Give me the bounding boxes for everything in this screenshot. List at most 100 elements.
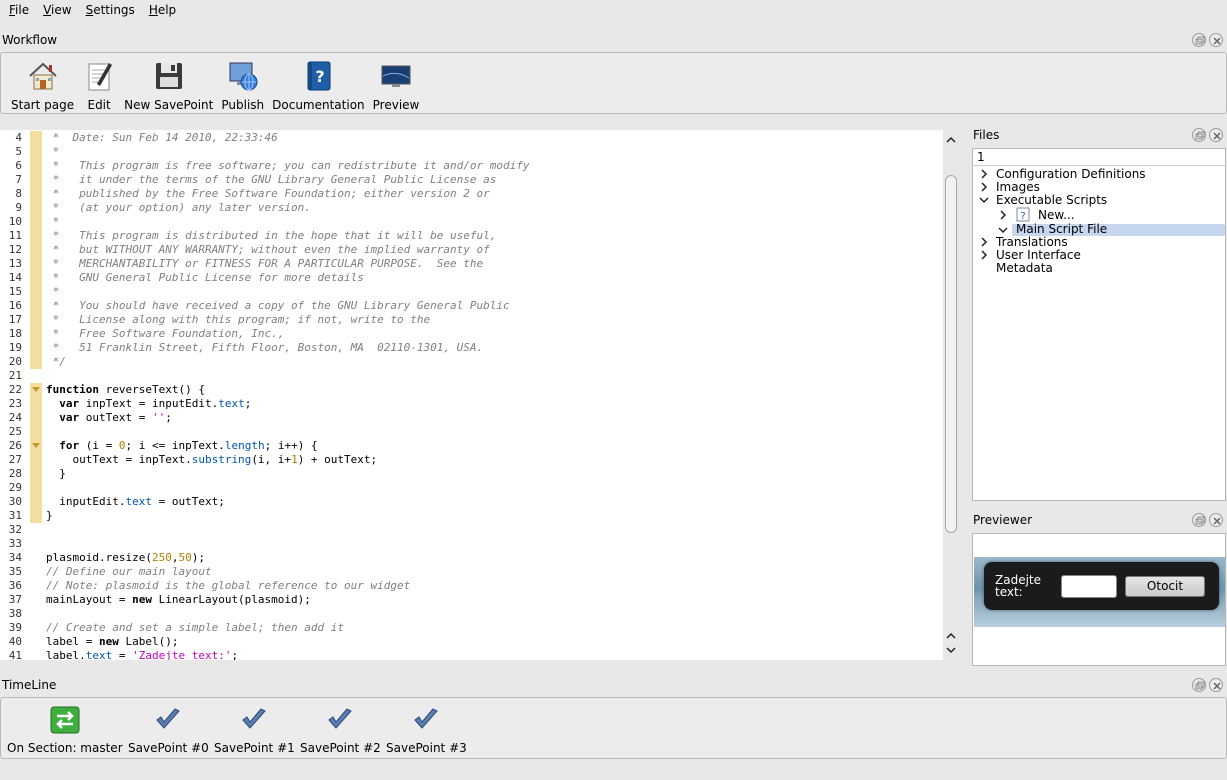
new-savepoint-button[interactable]: New SavePoint (120, 59, 217, 112)
close-icon (1213, 132, 1221, 140)
files-dock-buttons (1192, 128, 1223, 142)
close-dock-button[interactable] (1209, 33, 1223, 47)
code-line[interactable]: 24 var outText = ''; (0, 411, 943, 425)
chevron-right-icon[interactable] (979, 250, 989, 260)
code-line[interactable]: 12 * but WITHOUT ANY WARRANTY; without e… (0, 243, 943, 257)
fold-toggle-icon[interactable] (30, 383, 42, 397)
code-line[interactable]: 8 * published by the Free Software Found… (0, 187, 943, 201)
code-line[interactable]: 28 } (0, 467, 943, 481)
code-line[interactable]: 10 * (0, 215, 943, 229)
menu-view[interactable]: View (36, 3, 78, 17)
chevron-down-icon[interactable] (979, 195, 989, 205)
code-line[interactable]: 21 (0, 369, 943, 383)
preview-button[interactable]: Preview (369, 59, 424, 112)
code-line[interactable]: 16 * You should have received a copy of … (0, 299, 943, 313)
code-line[interactable]: 5 * (0, 145, 943, 159)
code-line[interactable]: 6 * This program is free software; you c… (0, 159, 943, 173)
chevron-right-icon[interactable] (998, 210, 1008, 220)
code-line[interactable]: 32 (0, 523, 943, 537)
plasmoid-text-input[interactable] (1061, 575, 1117, 598)
menu-settings[interactable]: Settings (79, 3, 142, 17)
code-line[interactable]: 11 * This program is distributed in the … (0, 229, 943, 243)
code-line[interactable]: 36 // Note: plasmoid is the global refere… (0, 579, 943, 593)
code-token: * (46, 145, 60, 158)
float-dock-button[interactable] (1192, 678, 1206, 692)
code-line[interactable]: 40 label = new Label(); (0, 635, 943, 649)
fold-gutter (30, 145, 42, 159)
plasmoid-reverse-button[interactable]: Otocit (1125, 576, 1205, 597)
menu-help[interactable]: Help (142, 3, 183, 17)
code-line[interactable]: 38 (0, 607, 943, 621)
code-line[interactable]: 33 (0, 537, 943, 551)
code-line[interactable]: 15 * (0, 285, 943, 299)
editor-scrollbar[interactable] (943, 130, 959, 660)
timeline-savepoint-2[interactable]: SavePoint #2 (300, 705, 381, 755)
fold-toggle-icon[interactable] (30, 439, 42, 453)
timeline-savepoint-1[interactable]: SavePoint #1 (214, 705, 295, 755)
timeline-savepoint-3[interactable]: SavePoint #3 (386, 705, 467, 755)
fold-gutter (30, 271, 42, 285)
timeline-item-label: SavePoint #2 (300, 741, 381, 755)
code-token: * License along with this program; if no… (46, 313, 431, 326)
close-dock-button[interactable] (1209, 128, 1223, 142)
tree-item-new[interactable]: New... (1038, 209, 1075, 222)
code-line[interactable]: 25 (0, 425, 943, 439)
float-icon (1195, 36, 1205, 45)
chevron-right-icon[interactable] (979, 182, 989, 192)
chevron-right-icon[interactable] (979, 169, 989, 179)
code-line[interactable]: 20 */ (0, 355, 943, 369)
code-line[interactable]: 14 * GNU General Public License for more… (0, 271, 943, 285)
code-line[interactable]: 27 outText = inpText.substring(i, i+1) +… (0, 453, 943, 467)
tree-item-metadata[interactable]: Metadata (996, 262, 1053, 275)
code-text: * License along with this program; if no… (46, 313, 431, 327)
code-line[interactable]: 35 // Define our main layout (0, 565, 943, 579)
code-editor[interactable]: 4 * Date: Sun Feb 14 2010, 22:33:46 5 * 6 … (0, 130, 943, 660)
files-combo[interactable]: 1 (972, 148, 1226, 166)
float-dock-button[interactable] (1192, 128, 1206, 142)
code-line[interactable]: 37 mainLayout = new LinearLayout(plasmoid… (0, 593, 943, 607)
edit-button[interactable]: Edit (78, 59, 120, 112)
menu-file[interactable]: File (2, 3, 36, 17)
code-line[interactable]: 26 for (i = 0; i <= inpText.length; i++)… (0, 439, 943, 453)
code-line[interactable]: 41 label.text = 'Zadejte text:'; (0, 649, 943, 660)
editor-splitter[interactable] (961, 130, 971, 660)
code-line[interactable]: 4 * Date: Sun Feb 14 2010, 22:33:46 (0, 131, 943, 145)
code-line[interactable]: 39 // Create and set a simple label; then… (0, 621, 943, 635)
scroll-up-icon[interactable] (945, 134, 957, 146)
code-line[interactable]: 31} (0, 509, 943, 523)
scroll-up-icon[interactable] (945, 630, 957, 642)
code-line[interactable]: 30 inputEdit.text = outText; (0, 495, 943, 509)
float-dock-button[interactable] (1192, 513, 1206, 527)
line-number: 5 (15, 145, 22, 158)
scroll-down-icon[interactable] (945, 644, 957, 656)
line-number: 22 (8, 383, 22, 396)
code-token: * This program is distributed in the hop… (46, 229, 497, 242)
new-savepoint-label: New SavePoint (124, 98, 214, 112)
tree-item-executable-scripts[interactable]: Executable Scripts (996, 194, 1107, 207)
code-line[interactable]: 19 * 51 Franklin Street, Fifth Floor, Bo… (0, 341, 943, 355)
chevron-down-icon[interactable] (998, 225, 1008, 235)
code-line[interactable]: 22 function reverseText() { (0, 383, 943, 397)
code-line[interactable]: 9 * (at your option) any later version. (0, 201, 943, 215)
scrollbar-thumb[interactable] (945, 175, 957, 533)
code-line[interactable]: 13 * MERCHANTABILITY or FITNESS FOR A PA… (0, 257, 943, 271)
code-token: new (132, 593, 152, 606)
fold-gutter (30, 131, 42, 145)
code-line[interactable]: 17 * License along with this program; if… (0, 313, 943, 327)
timeline-section-master[interactable]: On Section: master (7, 705, 123, 755)
float-dock-button[interactable] (1192, 33, 1206, 47)
code-line[interactable]: 7 * it under the terms of the GNU Librar… (0, 173, 943, 187)
documentation-button[interactable]: ? Documentation (268, 59, 369, 112)
code-line[interactable]: 34 plasmoid.resize(250,50); (0, 551, 943, 565)
code-line[interactable]: 29 (0, 481, 943, 495)
publish-button[interactable]: Publish (217, 59, 268, 112)
start-page-button[interactable]: Start page (7, 59, 78, 112)
timeline-savepoint-0[interactable]: SavePoint #0 (128, 705, 209, 755)
code-text: * You should have received a copy of the… (46, 299, 510, 313)
code-line[interactable]: 18 * Free Software Foundation, Inc., (0, 327, 943, 341)
chevron-right-icon[interactable] (979, 237, 989, 247)
code-line[interactable]: 23 var inpText = inputEdit.text; (0, 397, 943, 411)
close-dock-button[interactable] (1209, 678, 1223, 692)
code-token: // Create and set a simple label; then a… (46, 621, 345, 634)
close-dock-button[interactable] (1209, 513, 1223, 527)
